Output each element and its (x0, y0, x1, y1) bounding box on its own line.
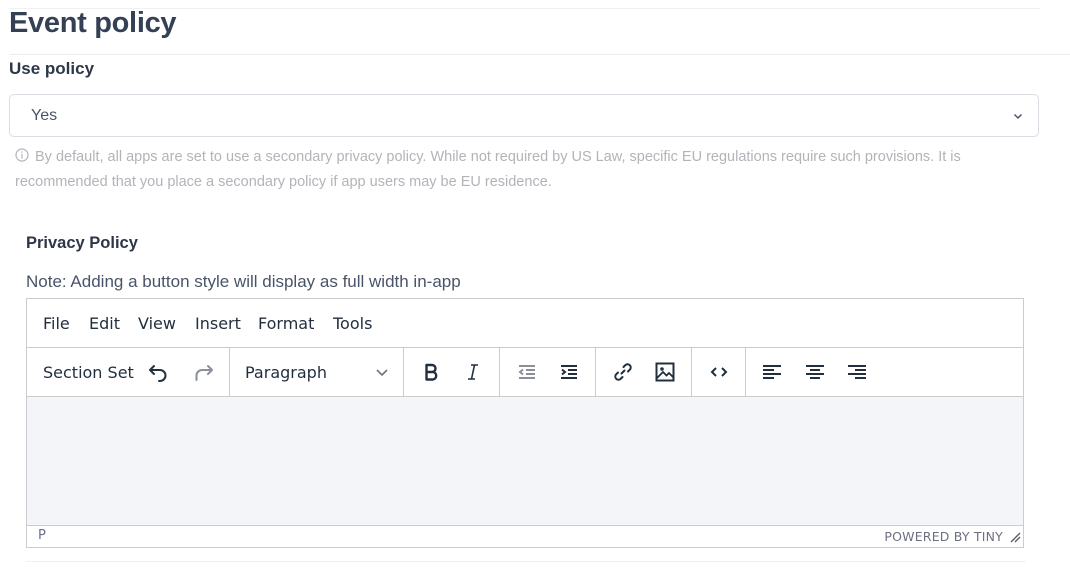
redo-icon[interactable] (191, 360, 215, 384)
toolbar-separator (595, 348, 596, 396)
align-right-icon[interactable] (845, 360, 869, 384)
undo-icon[interactable] (147, 360, 171, 384)
rich-text-editor: File Edit View Insert Format Tools Secti… (26, 298, 1024, 548)
menu-file[interactable]: File (43, 314, 70, 333)
toolbar-separator (745, 348, 746, 396)
toolbar-separator (499, 348, 500, 396)
editor-statusbar: P POWERED BY TINY (27, 526, 1023, 548)
editor-content-area[interactable] (27, 397, 1023, 526)
menu-insert[interactable]: Insert (195, 314, 241, 333)
help-text: By default, all apps are set to use a se… (15, 149, 961, 190)
info-circle-icon (15, 146, 29, 162)
menu-view[interactable]: View (138, 314, 176, 333)
section-set-button[interactable]: Section Set (43, 363, 134, 382)
indent-icon[interactable] (557, 360, 581, 384)
use-policy-label: Use policy (9, 59, 95, 78)
use-policy-select[interactable]: Yes (9, 94, 1039, 137)
image-icon[interactable] (653, 360, 677, 384)
use-policy-selected-value: Yes (31, 107, 58, 124)
element-path[interactable]: P (38, 528, 46, 543)
block-format-chevron-icon[interactable] (370, 360, 394, 384)
toolbar-separator (691, 348, 692, 396)
editor-toolbar: Section Set Paragraph (27, 348, 1023, 397)
menu-format[interactable]: Format (258, 314, 314, 333)
chevron-down-icon (1012, 109, 1024, 121)
code-icon[interactable] (707, 360, 731, 384)
resize-handle-icon[interactable] (1009, 528, 1021, 543)
use-policy-help: By default, all apps are set to use a se… (15, 145, 1015, 195)
privacy-policy-label: Privacy Policy (26, 234, 138, 252)
align-left-icon[interactable] (760, 360, 784, 384)
block-format-select[interactable]: Paragraph (245, 363, 327, 382)
link-icon[interactable] (611, 360, 635, 384)
privacy-policy-note: Note: Adding a button style will display… (26, 272, 461, 291)
align-center-icon[interactable] (803, 360, 827, 384)
toolbar-separator (229, 348, 230, 396)
title-divider (10, 54, 1070, 55)
menu-tools[interactable]: Tools (333, 314, 372, 333)
outdent-icon[interactable] (515, 360, 539, 384)
menu-edit[interactable]: Edit (89, 314, 120, 333)
toolbar-separator (403, 348, 404, 396)
editor-menubar: File Edit View Insert Format Tools (27, 299, 1023, 348)
bold-icon[interactable] (419, 360, 443, 384)
powered-by-tiny-link[interactable]: POWERED BY TINY (884, 529, 1003, 544)
bottom-divider (26, 561, 1026, 562)
italic-icon[interactable] (461, 360, 485, 384)
page-title: Event policy (9, 7, 177, 39)
